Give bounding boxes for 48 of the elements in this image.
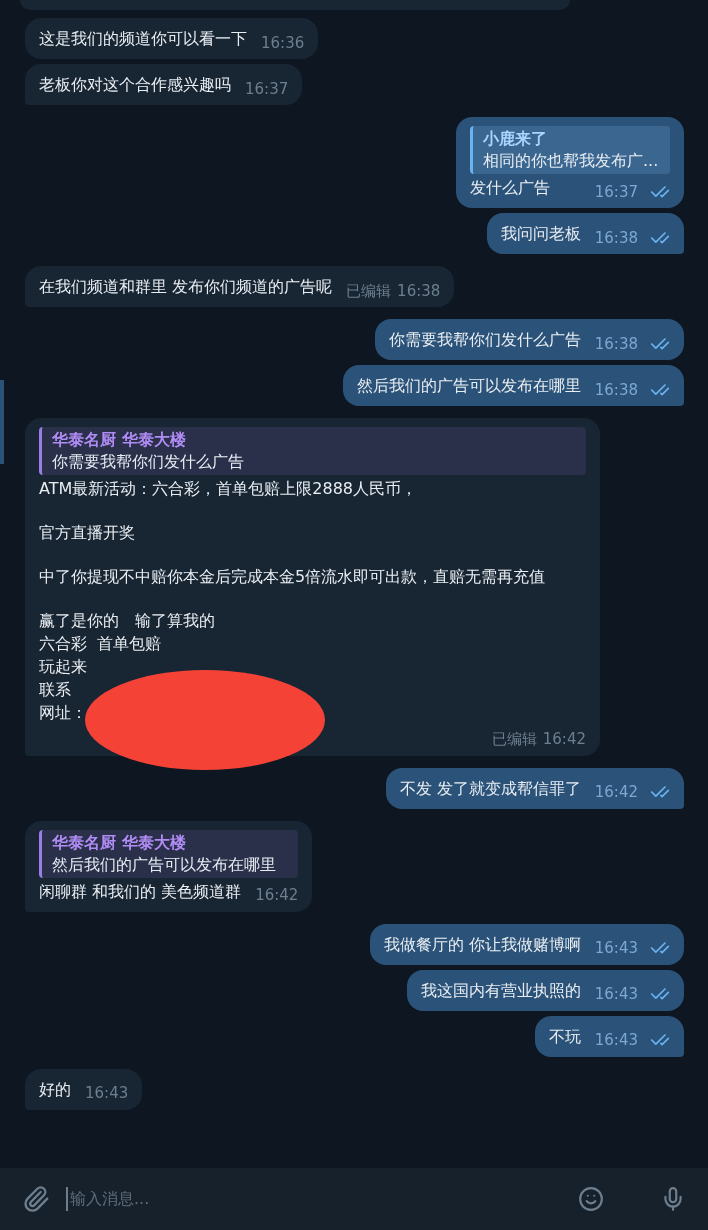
message-time: 16:37 [594,181,638,203]
message-text: 不玩 [548,1025,581,1048]
message-text: 不发 发了就变成帮信罪了 [399,777,581,800]
message-time: 16:38 [594,227,638,249]
attach-icon[interactable] [22,1185,50,1213]
message-line: 官方直播开奖 [39,522,136,544]
quote-text: 你需要我帮你们发什么广告 [52,451,245,473]
message-text: 老板你对这个合作感兴趣吗 [39,74,231,96]
message-line: 玩起来 [39,656,88,678]
edited-label: 已编辑 [491,729,537,750]
message-text: 你需要我帮你们发什么广告 [388,329,581,351]
message-time: 16:36 [261,32,305,54]
message-text: 我问问老板 [500,223,581,245]
message-time: 16:38 [594,379,638,401]
message-line: 赢了是你的 输了算我的 [39,610,216,632]
quote-text: 然后我们的广告可以发布在哪里 [52,853,277,876]
message-line: 中了你提现不中赔你本金后完成本金5倍流水即可出款，直赔无需再充值 [39,566,546,588]
message-text: 发什么广告 [470,177,550,199]
message-text: 然后我们的广告可以发布在哪里 [356,375,581,397]
message-text: 我做餐厅的 你让我做赌博啊 [383,933,581,956]
message-time: 16:38 [594,333,638,355]
quote-author: 华泰名厨 华泰大楼 [52,429,187,451]
message-line: 六合彩 首单包赔 [39,633,163,655]
message-time: 16:43 [594,938,638,959]
message-text: 闲聊群 和我们的 美色频道群 [39,880,242,903]
message-time: 16:42 [542,729,586,750]
reply-quote[interactable]: 华泰名厨 华泰大楼 你需要我帮你们发什么广告 [39,427,586,475]
emoji-icon[interactable] [578,1186,604,1212]
quote-author: 小鹿来了 [483,128,548,150]
message-time: 16:42 [255,885,299,906]
message-text: 在我们频道和群里 发布你们频道的广告呢 [39,276,333,298]
message-text: 我这国内有营业执照的 [420,979,581,1002]
message-line: 联系 [39,679,72,701]
message-text: 这是我们的频道你可以看一下 [39,28,247,50]
message-line: 网址： [39,702,88,724]
reply-quote[interactable]: 小鹿来了 相同的你也帮我发布广... [470,126,670,174]
message-time: 16:43 [85,1083,129,1104]
message-text: 好的 [39,1078,71,1101]
message-line: ATM最新活动：六合彩，首单包赔上限2888人民币， [39,478,418,500]
edited-label: 已编辑 [346,280,392,302]
message-time: 16:43 [594,984,638,1005]
message-time: 16:38 [397,280,441,302]
message-time: 16:43 [594,1030,638,1051]
message-time: 16:37 [245,78,289,100]
quote-text: 相同的你也帮我发布广... [483,150,660,172]
reply-quote[interactable]: 华泰名厨 华泰大楼 然后我们的广告可以发布在哪里 [39,829,299,878]
message-time: 16:42 [594,782,638,803]
quote-author: 华泰名厨 华泰大楼 [52,831,187,854]
